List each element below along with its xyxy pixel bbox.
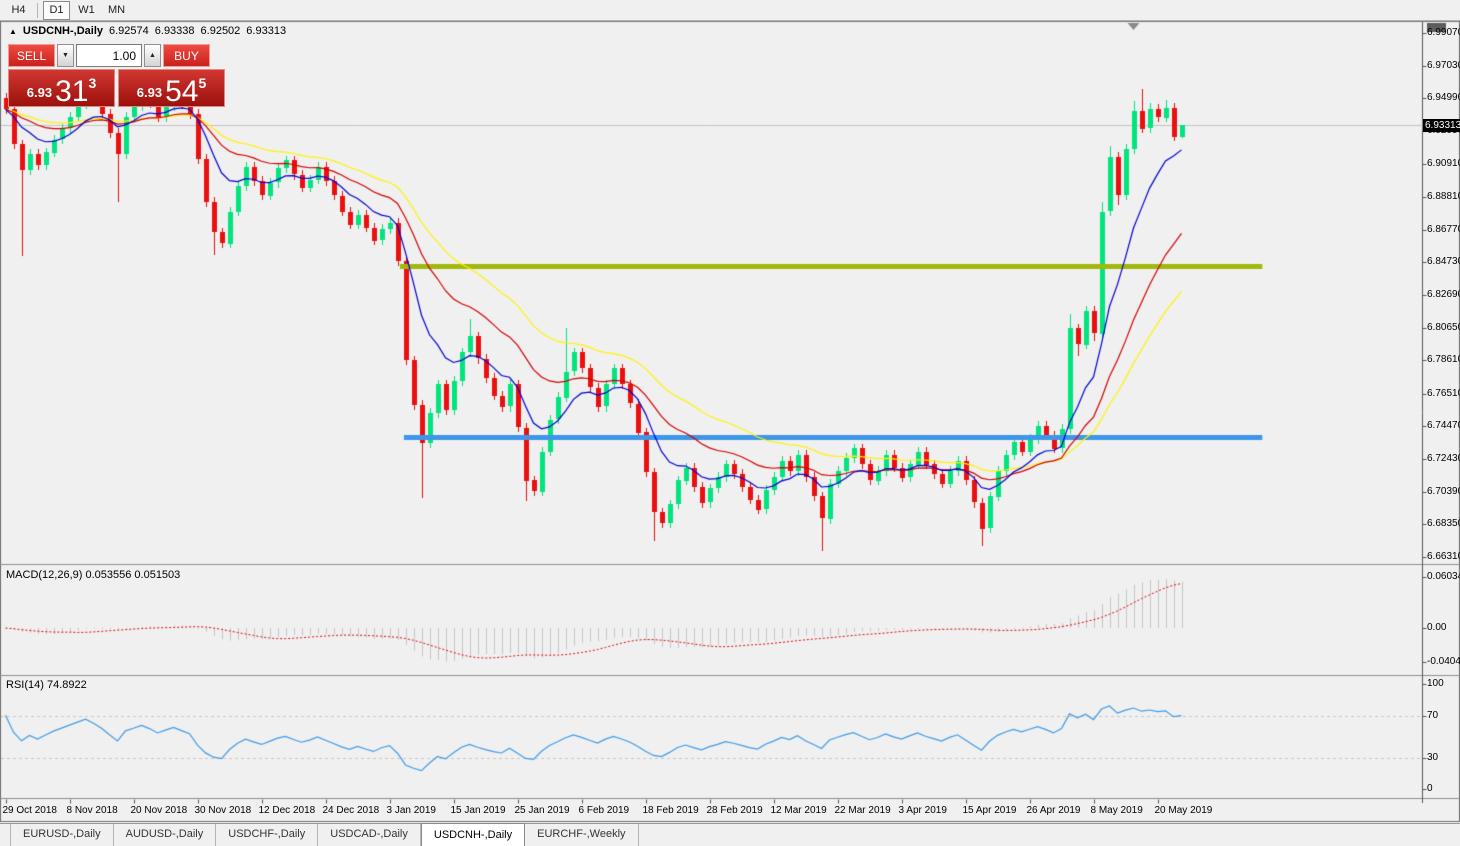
timeframe-button-d1[interactable]: D1 — [43, 0, 70, 20]
sell-price-sup: 3 — [88, 75, 97, 91]
sell-button[interactable]: SELL — [8, 44, 55, 67]
buy-price-big: 54 — [165, 75, 199, 108]
one-click-trade-panel: SELL ▼ ▲ BUY 6.93 31 3 6.93 54 5 — [8, 44, 225, 107]
chart-tab-audusd-daily[interactable]: AUDUSD-,Daily — [114, 824, 217, 846]
buy-price-button[interactable]: 6.93 54 5 — [118, 69, 225, 107]
chart-tab-usdcad-daily[interactable]: USDCAD-,Daily — [318, 824, 421, 846]
volume-input[interactable] — [76, 44, 142, 67]
toolbar-separator — [37, 2, 38, 18]
chart-canvas[interactable] — [0, 0, 1460, 846]
arrow-up-icon: ▲ — [149, 52, 156, 59]
chart-tab-usdchf-daily[interactable]: USDCHF-,Daily — [216, 824, 319, 846]
arrow-down-icon: ▼ — [62, 52, 69, 59]
timeframe-button-w1[interactable]: W1 — [73, 1, 100, 20]
sell-price-big: 31 — [55, 75, 89, 108]
volume-decrease-button[interactable]: ▼ — [57, 44, 74, 67]
sell-price-button[interactable]: 6.93 31 3 — [8, 69, 115, 107]
volume-increase-button[interactable]: ▲ — [144, 44, 161, 67]
chart-tab-usdcnh-daily[interactable]: USDCNH-,Daily — [420, 823, 526, 846]
timeframe-toolbar: H4 D1 W1 MN — [0, 0, 1460, 21]
buy-button[interactable]: BUY — [163, 44, 210, 67]
timeframe-button-h4[interactable]: H4 — [5, 1, 32, 20]
sell-price-small: 6.93 — [26, 85, 53, 100]
buy-price-small: 6.93 — [136, 85, 163, 100]
chart-tab-eurusd-daily[interactable]: EURUSD-,Daily — [10, 824, 114, 846]
buy-price-sup: 5 — [198, 75, 207, 91]
chart-tab-bar: EURUSD-,Daily AUDUSD-,Daily USDCHF-,Daily U… — [0, 823, 1460, 846]
timeframe-button-mn[interactable]: MN — [103, 1, 130, 20]
chart-tab-eurchf-weekly[interactable]: EURCHF-,Weekly — [525, 824, 639, 846]
